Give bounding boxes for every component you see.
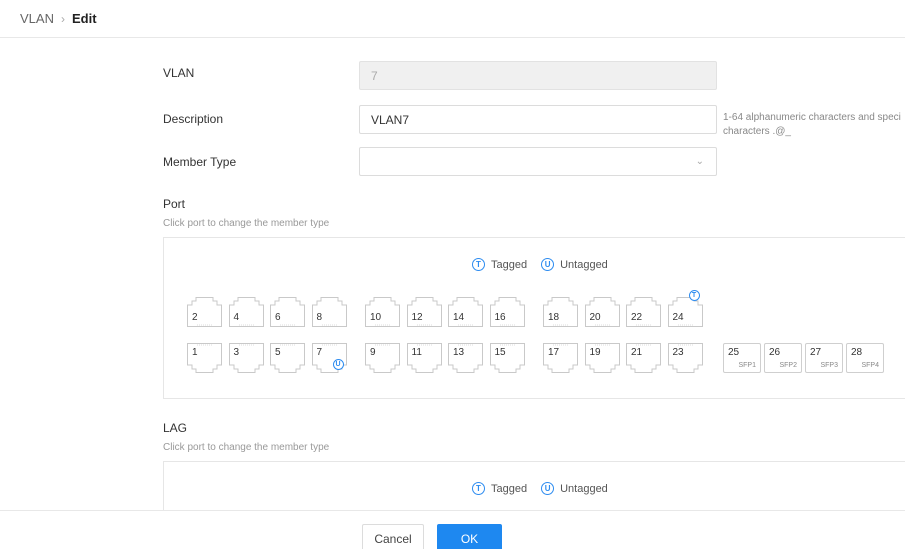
port-legend: T Tagged U Untagged [472,258,622,271]
port-number: 2 [192,312,198,323]
lag-legend-tagged-label: Tagged [491,482,528,495]
port-number: 12 [411,312,423,323]
legend-untagged: U Untagged [541,258,608,271]
legend-tagged: T Tagged [472,258,527,271]
sfp-port-28[interactable]: 28 SFP4 [846,343,884,373]
sfp-label: SFP4 [861,362,879,369]
port-number: 16 [494,312,506,323]
port-9[interactable]: 9 [365,343,400,373]
port-11[interactable]: 11 [406,343,442,373]
port-1[interactable]: 1 [187,343,222,373]
port-number: 26 [769,347,781,358]
cancel-button[interactable]: Cancel [362,524,424,549]
member-type-label: Member Type [163,155,237,169]
port-2[interactable]: 2 [187,297,222,327]
untagged-icon: U [541,258,555,271]
port-7[interactable]: 7U [311,343,347,373]
port-number: 1 [192,347,198,358]
port-14[interactable]: 14 [448,297,483,327]
lag-legend: T Tagged U Untagged [472,482,622,495]
port-21[interactable]: 21 [626,343,661,373]
port-number: 24 [672,312,684,323]
ok-button[interactable]: OK [437,524,502,549]
port-18[interactable]: 18 [543,297,578,327]
lag-section-title: LAG [163,421,188,435]
port-number: 15 [494,347,506,358]
port-10[interactable]: 10 [365,297,400,327]
chevron-down-icon: ⌄ [695,156,704,167]
port-23[interactable]: 23 [667,343,703,373]
port-number: 28 [851,347,863,358]
port-number: 14 [453,312,465,323]
breadcrumb: VLAN › Edit [0,0,905,38]
lag-legend-untagged: U Untagged [541,482,608,495]
port-17[interactable]: 17 [543,343,578,373]
port-20[interactable]: 20 [584,297,620,327]
port-number: 8 [316,312,323,323]
port-number: 7 [316,347,323,358]
port-19[interactable]: 19 [584,343,620,373]
port-number: 9 [370,347,376,358]
lag-section-subtitle: Click port to change the member type [163,442,330,453]
legend-untagged-label: Untagged [560,258,608,271]
untagged-icon: U [332,359,344,370]
port-section-title: Port [163,197,186,211]
lag-legend-tagged: T Tagged [472,482,527,495]
port-4[interactable]: 4 [228,297,264,327]
port-number: 27 [810,347,822,358]
untagged-icon: U [541,482,555,495]
port-number: 25 [728,347,740,358]
port-number: 18 [548,312,560,323]
port-number: 23 [672,347,684,358]
port-3[interactable]: 3 [228,343,264,373]
port-number: 13 [453,347,465,358]
port-number: 6 [275,312,281,323]
description-input[interactable]: VLAN7 [359,105,717,134]
port-8[interactable]: 8 [311,297,347,327]
port-number: 10 [370,312,382,323]
breadcrumb-current: Edit [71,11,97,26]
port-number: 11 [411,347,422,358]
description-hint: 1-64 alphanumeric characters and speci c… [723,112,901,137]
port-number: 5 [275,347,281,358]
tagged-icon: T [688,290,700,301]
sfp-label: SFP1 [738,362,756,369]
vlan-input: 7 [359,61,717,90]
sfp-port-27[interactable]: 27 SFP3 [805,343,843,373]
lag-legend-untagged-label: Untagged [560,482,608,495]
legend-tagged-label: Tagged [491,258,528,271]
sfp-label: SFP3 [820,362,838,369]
breadcrumb-vlan-link[interactable]: VLAN [20,11,54,26]
port-number: 3 [233,347,240,358]
port-number: 19 [589,347,601,358]
sfp-port-26[interactable]: 26 SFP2 [764,343,802,373]
breadcrumb-separator-icon: › [60,11,65,26]
vlan-label: VLAN [163,66,195,80]
port-15[interactable]: 15 [489,343,525,373]
member-type-select[interactable]: ⌄ [359,147,717,176]
port-section-subtitle: Click port to change the member type [163,218,330,229]
port-number: 22 [631,312,643,323]
port-number: 17 [548,347,560,358]
port-12[interactable]: 12 [406,297,442,327]
port-number: 4 [233,312,240,323]
port-number: 21 [631,347,643,358]
description-label: Description [163,112,224,126]
port-13[interactable]: 13 [448,343,483,373]
port-6[interactable]: 6 [270,297,305,327]
sfp-port-25[interactable]: 25 SFP1 [723,343,761,373]
tagged-icon: T [472,482,485,495]
port-5[interactable]: 5 [270,343,305,373]
port-16[interactable]: 16 [489,297,525,327]
tagged-icon: T [472,258,485,271]
sfp-label: SFP2 [779,362,797,369]
port-24[interactable]: 24 T [667,290,703,327]
port-number: 20 [589,312,601,323]
port-22[interactable]: 22 [626,297,661,327]
